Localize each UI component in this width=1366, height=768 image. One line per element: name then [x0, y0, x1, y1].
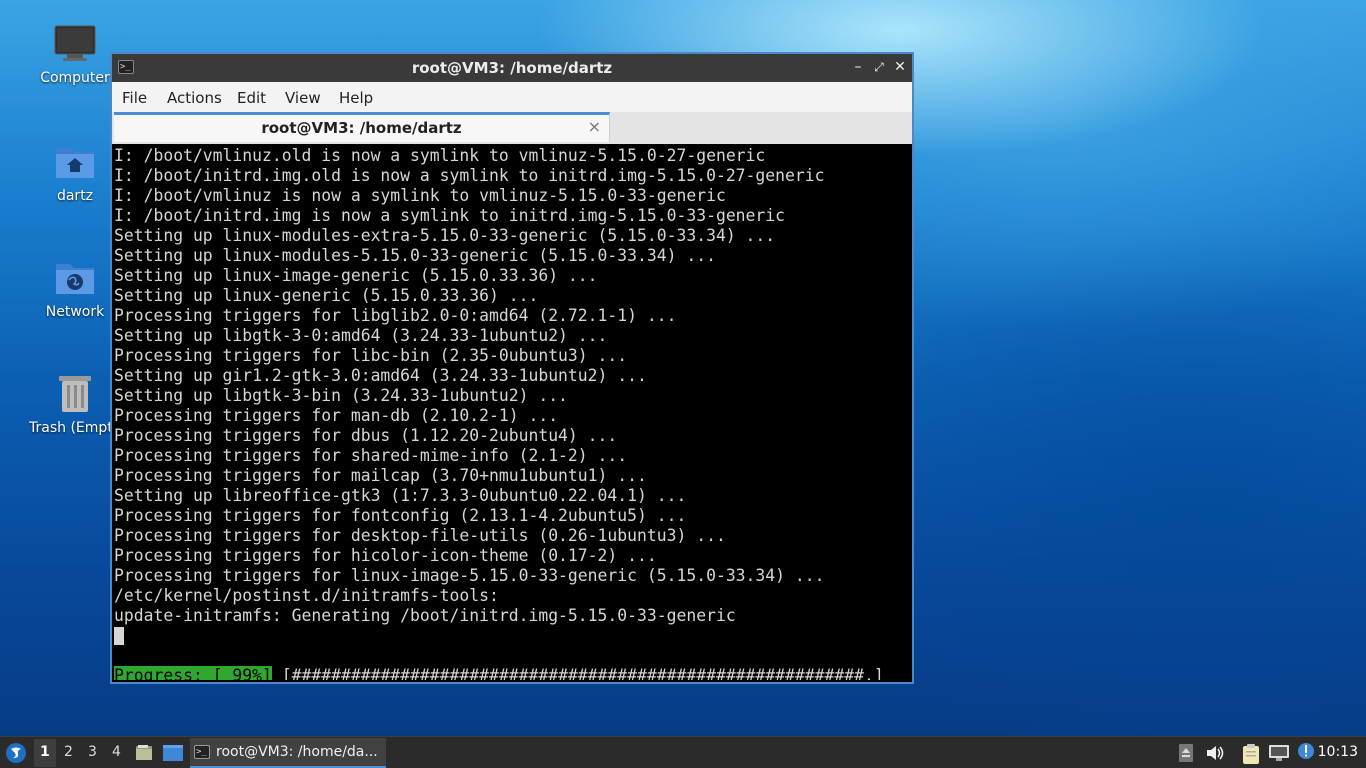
desktop-icon-label: Network [45, 304, 105, 320]
show-desktop-icon[interactable] [162, 743, 184, 763]
terminal-line: Setting up libreoffice-gtk3 (1:7.3.3-0ub… [114, 486, 687, 505]
menu-bar: File Actions Edit View Help [112, 82, 912, 113]
workspace-3[interactable]: 3 [88, 744, 97, 760]
terminal-line: Processing triggers for hicolor-icon-the… [114, 546, 657, 565]
workspace-1[interactable]: 1 [40, 744, 50, 760]
desktop-background: Computer dartz Network Trash (Empty) [0, 0, 1366, 768]
terminal-line: Setting up linux-modules-5.15.0-33-gener… [114, 246, 716, 265]
terminal-line: update-initramfs: Generating /boot/initr… [114, 606, 736, 625]
terminal-line: Processing triggers for fontconfig (2.13… [114, 506, 687, 525]
menu-file[interactable]: File [122, 89, 147, 107]
terminal-tab[interactable]: root@VM3: /home/dartz × [114, 112, 610, 142]
file-manager-launcher-icon[interactable] [134, 743, 154, 763]
terminal-line: Setting up linux-generic (5.15.0.33.36) … [114, 286, 539, 305]
terminal-line: Setting up linux-image-generic (5.15.0.3… [114, 266, 598, 285]
network-status-icon[interactable] [1268, 743, 1290, 763]
terminal-line: Processing triggers for dbus (1.12.20-2u… [114, 426, 618, 445]
workspace-4[interactable]: 4 [112, 744, 121, 760]
menu-view[interactable]: View [285, 89, 321, 107]
terminal-line: Processing triggers for libglib2.0-0:amd… [114, 306, 677, 325]
tab-bar: root@VM3: /home/dartz × [112, 112, 912, 144]
notification-icon[interactable] [1296, 741, 1316, 761]
terminal-window[interactable]: >_ root@VM3: /home/dartz – ⤢ ✕ File Acti… [110, 52, 914, 684]
terminal-line: Setting up linux-modules-extra-5.15.0-33… [114, 226, 776, 245]
menu-actions[interactable]: Actions [167, 89, 222, 107]
tab-close-icon[interactable]: × [588, 117, 601, 136]
terminal-line: Processing triggers for libc-bin (2.35-0… [114, 346, 628, 365]
menu-help[interactable]: Help [339, 89, 373, 107]
terminal-line: Processing triggers for desktop-file-uti… [114, 526, 726, 545]
home-folder-icon [56, 148, 94, 178]
terminal-line: Processing triggers for mailcap (3.70+nm… [114, 466, 647, 485]
taskbar: 1 2 3 4 >_ root@VM3: /home/da... 10:13 [0, 736, 1366, 768]
terminal-line: /etc/kernel/postinst.d/initramfs-tools: [114, 586, 499, 605]
trash-icon [59, 376, 91, 412]
computer-icon [54, 25, 96, 61]
terminal-task-icon: >_ [194, 745, 210, 759]
desktop-icon-label: Computer [40, 70, 110, 86]
clock[interactable]: 10:13 [1318, 744, 1358, 760]
terminal-line: I: /boot/initrd.img is now a symlink to … [114, 206, 786, 225]
terminal-line: Setting up libgtk-3-bin (3.24.33-1ubuntu… [114, 386, 568, 405]
terminal-lines: I: /boot/vmlinuz.old is now a symlink to… [114, 146, 910, 626]
terminal-line: I: /boot/vmlinuz.old is now a symlink to… [114, 146, 766, 165]
workspace-2[interactable]: 2 [64, 744, 73, 760]
window-title: root@VM3: /home/dartz [411, 59, 613, 77]
start-menu-icon[interactable] [5, 742, 27, 764]
progress-label: Progress: [ 99%] [114, 666, 272, 680]
taskbar-window-label: root@VM3: /home/da... [216, 744, 378, 760]
terminal-line: Setting up libgtk-3-0:amd64 (3.24.33-1ub… [114, 326, 608, 345]
menu-edit[interactable]: Edit [237, 89, 266, 107]
volume-icon[interactable] [1205, 743, 1225, 763]
progress-bar-text: [#######################################… [271, 666, 884, 680]
desktop-icon-label: dartz [56, 188, 94, 204]
terminal-line: Processing triggers for linux-image-5.15… [114, 566, 825, 585]
minimize-button[interactable]: – [849, 58, 867, 76]
network-folder-icon [56, 264, 94, 294]
clipboard-icon[interactable] [1241, 743, 1261, 765]
text-cursor [114, 627, 124, 645]
progress-line: Progress: [ 99%] [######################… [114, 666, 910, 680]
window-titlebar[interactable]: >_ root@VM3: /home/dartz – ⤢ ✕ [112, 54, 912, 82]
desktop-icon-label: Trash (Empty) [29, 420, 113, 436]
desktop-icon-trash[interactable]: Trash (Empty) [25, 372, 113, 436]
terminal-line: I: /boot/vmlinuz is now a symlink to vml… [114, 186, 726, 205]
terminal-line: Setting up gir1.2-gtk-3.0:amd64 (3.24.33… [114, 366, 647, 385]
terminal-line: Processing triggers for man-db (2.10.2-1… [114, 406, 559, 425]
eject-icon[interactable] [1178, 743, 1194, 763]
close-button[interactable]: ✕ [891, 58, 909, 76]
tab-label: root@VM3: /home/dartz [261, 119, 462, 137]
terminal-line: I: /boot/initrd.img.old is now a symlink… [114, 166, 825, 185]
terminal-line: Processing triggers for shared-mime-info… [114, 446, 628, 465]
terminal-output[interactable]: I: /boot/vmlinuz.old is now a symlink to… [114, 146, 910, 680]
maximize-button[interactable]: ⤢ [870, 58, 888, 76]
taskbar-window-button[interactable]: >_ root@VM3: /home/da... [190, 738, 386, 768]
cursor-line [114, 626, 910, 646]
